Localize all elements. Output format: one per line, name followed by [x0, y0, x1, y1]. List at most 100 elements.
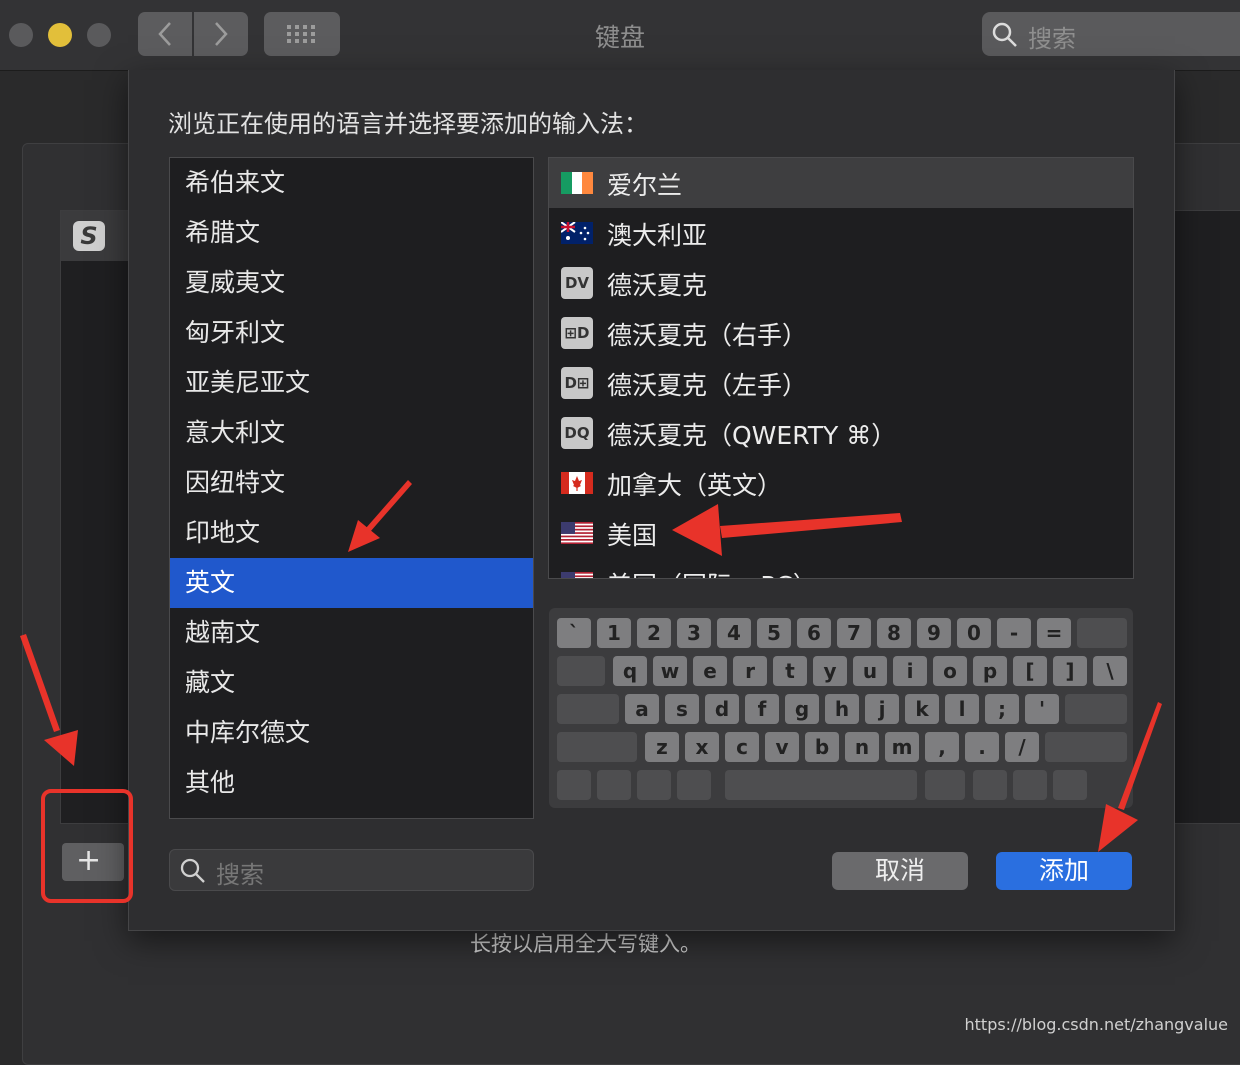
input-source-item[interactable]: 澳大利亚: [549, 208, 1133, 258]
language-item[interactable]: 中库尔德文: [170, 708, 533, 758]
dvorak-left-icon: D⊞: [561, 367, 593, 399]
input-source-label: 澳大利亚: [607, 216, 707, 252]
keyboard-key: ,: [925, 732, 959, 762]
input-source-label: 爱尔兰: [607, 166, 682, 202]
keyboard-key: i: [893, 656, 927, 686]
add-input-source-button[interactable]: +: [62, 843, 124, 881]
keyboard-key: 9: [917, 618, 951, 648]
input-source-label: 德沃夏克（右手）: [607, 316, 807, 352]
input-source-item[interactable]: 美国: [549, 508, 1133, 558]
keyboard-key: l: [945, 694, 979, 724]
dvorak-right-icon: ⊞D: [561, 317, 593, 349]
keyboard-key: p: [973, 656, 1007, 686]
keyboard-key: w: [653, 656, 687, 686]
input-source-item[interactable]: ⊞D 德沃夏克（右手）: [549, 308, 1133, 358]
input-source-list[interactable]: 爱尔兰 澳大利亚 DV 德沃夏克 ⊞D 德沃夏克（右手） D⊞ 德沃夏克（左手）…: [548, 157, 1134, 579]
keyboard-key: 7: [837, 618, 871, 648]
keyboard-key: n: [845, 732, 879, 762]
keyboard-key: v: [765, 732, 799, 762]
search-icon: [992, 22, 1018, 48]
keyboard-key: [: [1013, 656, 1047, 686]
toolbar-search-placeholder: 搜索: [1028, 19, 1076, 54]
flag-ireland-icon: [561, 172, 593, 194]
keyboard-key-blank: [1077, 618, 1127, 648]
keyboard-key: b: [805, 732, 839, 762]
keyboard-key: f: [745, 694, 779, 724]
search-icon: [180, 858, 206, 884]
cancel-button[interactable]: 取消: [832, 852, 968, 890]
input-source-item[interactable]: D⊞ 德沃夏克（左手）: [549, 358, 1133, 408]
language-item[interactable]: 匈牙利文: [170, 308, 533, 358]
keyboard-key: k: [905, 694, 939, 724]
title-bar: 键盘 搜索: [0, 0, 1240, 71]
keyboard-key: 5: [757, 618, 791, 648]
keyboard-key: `: [557, 618, 591, 648]
keyboard-key-blank: [597, 770, 631, 800]
keyboard-key: -: [997, 618, 1031, 648]
keyboard-key: d: [705, 694, 739, 724]
keyboard-key: r: [733, 656, 767, 686]
keyboard-key: c: [725, 732, 759, 762]
flag-usa-icon: [561, 572, 593, 579]
keyboard-key: /: [1005, 732, 1039, 762]
keyboard-key-blank: [725, 770, 917, 800]
language-item[interactable]: 意大利文: [170, 408, 533, 458]
watermark: https://blog.csdn.net/zhangvalue: [965, 1015, 1229, 1034]
language-item[interactable]: 其他: [170, 758, 533, 808]
keyboard-key: =: [1037, 618, 1071, 648]
input-source-item[interactable]: 爱尔兰: [549, 158, 1133, 208]
keyboard-key: q: [613, 656, 647, 686]
language-search-placeholder: 搜索: [216, 855, 264, 890]
keyboard-key-blank: [557, 770, 591, 800]
keyboard-key: 0: [957, 618, 991, 648]
language-item[interactable]: 夏威夷文: [170, 258, 533, 308]
input-source-item[interactable]: DV 德沃夏克: [549, 258, 1133, 308]
language-item[interactable]: 亚美尼亚文: [170, 358, 533, 408]
keyboard-key: t: [773, 656, 807, 686]
keyboard-key: g: [785, 694, 819, 724]
language-item[interactable]: 希腊文: [170, 208, 533, 258]
language-item[interactable]: 越南文: [170, 608, 533, 658]
flag-usa-icon: [561, 522, 593, 544]
keyboard-key: 4: [717, 618, 751, 648]
input-source-label: 美国（国际 – PC）: [607, 566, 818, 579]
keyboard-key: ;: [985, 694, 1019, 724]
keyboard-key: m: [885, 732, 919, 762]
keyboard-key: y: [813, 656, 847, 686]
keyboard-key: a: [625, 694, 659, 724]
dvorak-icon: DV: [561, 267, 593, 299]
keyboard-key: o: [933, 656, 967, 686]
input-sources-list[interactable]: [60, 210, 132, 824]
toolbar-search-field[interactable]: 搜索: [982, 12, 1240, 56]
keyboard-key: 2: [637, 618, 671, 648]
input-source-item[interactable]: 美国（国际 – PC）: [549, 558, 1133, 579]
keyboard-key: ': [1025, 694, 1059, 724]
input-source-label: 德沃夏克: [607, 266, 707, 302]
input-source-item[interactable]: DQ 德沃夏克（QWERTY ⌘）: [549, 408, 1133, 458]
keyboard-preview-area: [1172, 210, 1240, 824]
input-source-row[interactable]: S: [61, 211, 130, 261]
language-item[interactable]: 因纽特文: [170, 458, 533, 508]
caps-lock-hint: 长按以启用全大写键入。: [470, 928, 701, 958]
input-source-item[interactable]: 加拿大（英文）: [549, 458, 1133, 508]
keyboard-preview: `1234567890-= qwertyuiop[]\ asdfghjkl;' …: [549, 608, 1133, 808]
flag-australia-icon: [561, 222, 593, 244]
keyboard-key-blank: [1045, 732, 1127, 762]
keyboard-key: 3: [677, 618, 711, 648]
keyboard-key-blank: [557, 694, 619, 724]
language-search-field[interactable]: 搜索: [169, 849, 534, 891]
keyboard-key: 8: [877, 618, 911, 648]
keyboard-key: ]: [1053, 656, 1087, 686]
language-list[interactable]: 希伯来文 希腊文 夏威夷文 匈牙利文 亚美尼亚文 意大利文 因纽特文 印地文 英…: [169, 157, 534, 819]
language-item[interactable]: 希伯来文: [170, 158, 533, 208]
input-source-label: 加拿大（英文）: [607, 466, 782, 502]
keyboard-key-blank: [925, 770, 965, 800]
language-item[interactable]: 印地文: [170, 508, 533, 558]
keyboard-key-blank: [1053, 770, 1087, 800]
add-button[interactable]: 添加: [996, 852, 1132, 890]
flag-canada-icon: [561, 472, 593, 494]
keyboard-key: u: [853, 656, 887, 686]
language-item[interactable]: 藏文: [170, 658, 533, 708]
language-item-selected[interactable]: 英文: [170, 558, 533, 608]
keyboard-key-blank: [557, 732, 637, 762]
